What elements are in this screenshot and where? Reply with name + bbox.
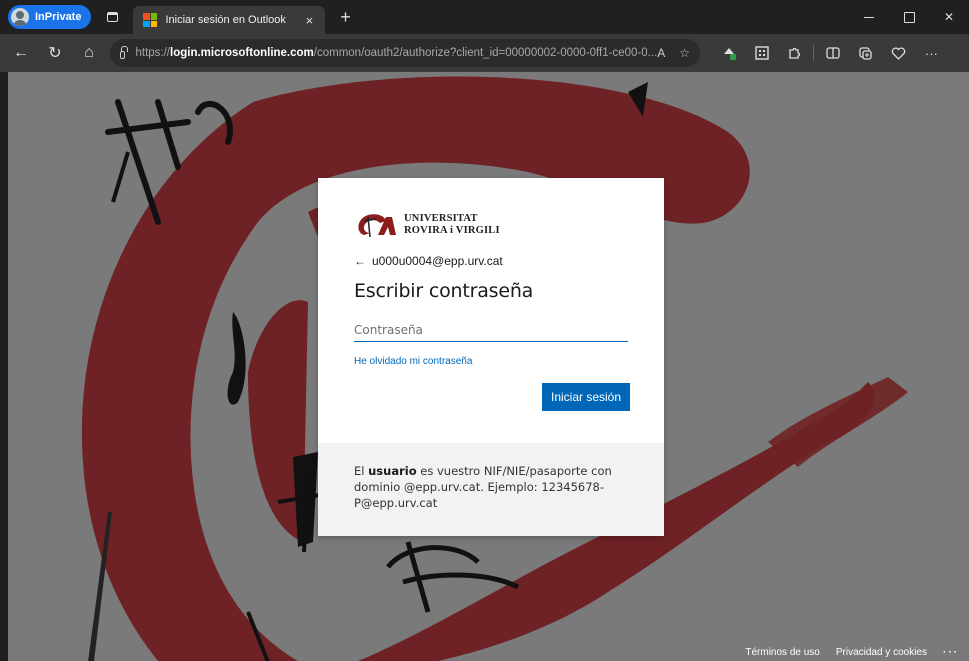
hint-bold: usuario: [368, 464, 417, 478]
address-bar[interactable]: https://login.microsoftonline.com/common…: [110, 39, 700, 67]
username-hint: El usuario es vuestro NIF/NIE/pasaporte …: [318, 443, 664, 536]
read-aloud-icon[interactable]: A: [657, 46, 665, 60]
inprivate-label: InPrivate: [35, 11, 82, 23]
split-screen-icon[interactable]: [816, 40, 849, 66]
lock-icon[interactable]: [120, 45, 129, 59]
url-path: /common/oauth2/authorize?client_id=00000…: [313, 47, 658, 59]
page-title: Escribir contraseña: [354, 280, 534, 302]
refresh-button[interactable]: ↻: [42, 40, 68, 66]
tab-actions-button[interactable]: [101, 6, 123, 28]
browser-toolbar: ← ↻ ⌂ https://login.microsoftonline.com /…: [0, 34, 969, 72]
home-button[interactable]: ⌂: [76, 40, 102, 66]
terms-link[interactable]: Términos de uso: [745, 647, 819, 658]
url-host: login.microsoftonline.com: [170, 47, 314, 59]
window-close-button[interactable]: ✕: [929, 0, 969, 34]
back-arrow-icon[interactable]: ←: [354, 254, 366, 268]
settings-more-icon[interactable]: ···: [915, 40, 948, 66]
forgot-password-link[interactable]: He olvidado mi contraseña: [354, 356, 628, 367]
university-name-line1: UNIVERSITAT: [404, 213, 478, 224]
minimize-button[interactable]: [849, 0, 889, 34]
title-bar: InPrivate Iniciar sesión en Outlook × + …: [0, 0, 969, 34]
tab-actions-icon: [106, 12, 118, 22]
page-viewport: UNIVERSITAT ROVIRA i VIRGILI ← u000u0004…: [8, 72, 969, 661]
password-input[interactable]: [354, 318, 628, 342]
avatar: [11, 8, 29, 26]
collections-icon[interactable]: [849, 40, 882, 66]
tab-title: Iniciar sesión en Outlook: [165, 14, 286, 26]
tab-outlook[interactable]: Iniciar sesión en Outlook ×: [133, 6, 326, 34]
browser-essentials-icon[interactable]: [882, 40, 915, 66]
footer-more-button[interactable]: ···: [943, 647, 959, 658]
university-logo: UNIVERSITAT ROVIRA i VIRGILI: [354, 210, 628, 240]
hint-prefix: El: [354, 464, 369, 478]
tab-close-icon[interactable]: ×: [301, 13, 317, 28]
urv-logo-mark: [358, 214, 396, 238]
login-card: UNIVERSITAT ROVIRA i VIRGILI ← u000u0004…: [318, 178, 664, 536]
university-name: UNIVERSITAT ROVIRA i VIRGILI: [404, 213, 500, 237]
window-controls: ✕: [849, 0, 969, 34]
page-footer: Términos de uso Privacidad y cookies ···: [745, 643, 969, 661]
microsoft-logo-icon: [143, 13, 158, 27]
identity-email: u000u0004@epp.urv.cat: [372, 254, 503, 268]
login-card-main: UNIVERSITAT ROVIRA i VIRGILI ← u000u0004…: [318, 178, 664, 443]
identity-banner[interactable]: ← u000u0004@epp.urv.cat: [354, 254, 628, 268]
toolbar-separator: [813, 45, 814, 61]
new-tab-button[interactable]: +: [335, 7, 355, 28]
maximize-button[interactable]: [889, 0, 929, 34]
puzzle-extensions-icon[interactable]: [778, 40, 811, 66]
signin-button[interactable]: Iniciar sesión: [542, 383, 630, 411]
url-scheme: https://: [135, 47, 171, 59]
qr-code-icon[interactable]: [745, 40, 778, 66]
inprivate-badge[interactable]: InPrivate: [8, 5, 92, 29]
toolbar-icons: ···: [712, 40, 948, 66]
signin-row: Iniciar sesión: [354, 383, 630, 411]
university-name-line2: ROVIRA i VIRGILI: [404, 225, 500, 236]
back-button[interactable]: ←: [8, 40, 34, 66]
privacy-link[interactable]: Privacidad y cookies: [836, 647, 927, 658]
favorite-star-icon[interactable]: ☆: [679, 46, 690, 60]
extension-icon[interactable]: [712, 40, 745, 66]
